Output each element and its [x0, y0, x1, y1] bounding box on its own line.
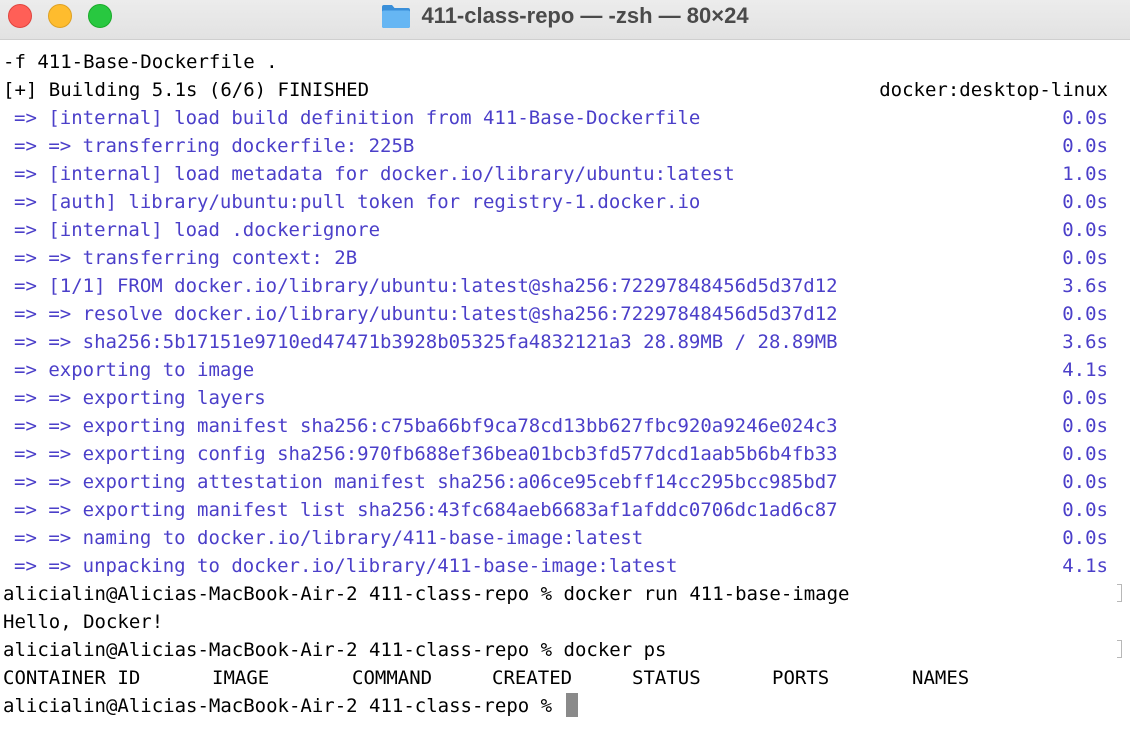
terminal-line: -f 411-Base-Dockerfile . — [0, 48, 1130, 76]
build-step-time: 4.1s — [1062, 359, 1108, 381]
build-step: => => exporting manifest list sha256:43f… — [0, 496, 1130, 524]
build-step-text: => => resolve docker.io/library/ubuntu:l… — [14, 303, 838, 325]
build-step: => [internal] load metadata for docker.i… — [0, 160, 1130, 188]
build-step-time: 0.0s — [1062, 387, 1108, 409]
ps-header-image: IMAGE — [212, 667, 270, 689]
build-step-text: => => transferring context: 2B — [14, 247, 358, 269]
build-step-time: 0.0s — [1062, 499, 1108, 521]
command-tail: -f 411-Base-Dockerfile . — [3, 51, 278, 73]
window-title: 411-class-repo — -zsh — 80×24 — [421, 3, 749, 28]
build-step: => [auth] library/ubuntu:pull token for … — [0, 188, 1130, 216]
build-step: => exporting to image 4.1s — [0, 356, 1130, 384]
build-step: => => exporting config sha256:970fb688ef… — [0, 440, 1130, 468]
build-step: => => exporting manifest sha256:c75ba66b… — [0, 412, 1130, 440]
build-step-time: 0.0s — [1062, 303, 1108, 325]
ps-header-ports: PORTS — [772, 667, 830, 689]
build-step-time: 0.0s — [1062, 443, 1108, 465]
build-step: => => exporting layers 0.0s — [0, 384, 1130, 412]
build-step-text: => => exporting config sha256:970fb688ef… — [14, 443, 838, 465]
ps-header-container-id: CONTAINER ID — [3, 667, 141, 689]
build-step-text: => => exporting manifest list sha256:43f… — [14, 499, 838, 521]
text-cursor — [565, 693, 578, 717]
build-step: => => resolve docker.io/library/ubuntu:l… — [0, 300, 1130, 328]
build-step-time: 0.0s — [1062, 471, 1108, 493]
build-step: => [internal] load .dockerignore 0.0s — [0, 216, 1130, 244]
build-step: => => sha256:5b17151e9710ed47471b3928b05… — [0, 328, 1130, 356]
window-title-group: 411-class-repo — -zsh — 80×24 — [0, 0, 1130, 32]
ps-header-command: COMMAND — [352, 667, 433, 689]
build-step: => [internal] load build definition from… — [0, 104, 1130, 132]
build-step: => => transferring dockerfile: 225B 0.0s — [0, 132, 1130, 160]
build-step-text: => => naming to docker.io/library/411-ba… — [14, 527, 644, 549]
build-step-time: 0.0s — [1062, 191, 1108, 213]
folder-icon — [382, 5, 411, 28]
ps-header-created: CREATED — [492, 667, 573, 689]
build-step-text: => => transferring dockerfile: 225B — [14, 135, 415, 157]
terminal-window: 411-class-repo — -zsh — 80×24 -f 411-Bas… — [0, 0, 1130, 730]
build-step: => => naming to docker.io/library/411-ba… — [0, 524, 1130, 552]
build-step-text: => => sha256:5b17151e9710ed47471b3928b05… — [14, 331, 838, 353]
build-step-text: => [auth] library/ubuntu:pull token for … — [14, 191, 701, 213]
build-step-text: => [internal] load .dockerignore — [14, 219, 381, 241]
build-step-time: 0.0s — [1062, 107, 1108, 129]
terminal-output[interactable]: -f 411-Base-Dockerfile . [+] Building 5.… — [0, 48, 1130, 730]
prompt-line: alicialin@Alicias-MacBook-Air-2 411-clas… — [0, 636, 1130, 664]
title-bar[interactable]: 411-class-repo — -zsh — 80×24 — [0, 0, 1130, 40]
build-step: => => unpacking to docker.io/library/411… — [0, 552, 1130, 580]
ps-header-names: NAMES — [912, 667, 970, 689]
ps-header-row: CONTAINER ID IMAGE COMMAND CREATED STATU… — [0, 664, 1130, 692]
build-step-time: 4.1s — [1062, 555, 1108, 577]
mark-bracket-icon — [1117, 584, 1122, 602]
prompt-ps-command: alicialin@Alicias-MacBook-Air-2 411-clas… — [3, 639, 667, 661]
build-status: [+] Building 5.1s (6/6) FINISHED — [3, 79, 370, 101]
prompt-line: alicialin@Alicias-MacBook-Air-2 411-clas… — [0, 580, 1130, 608]
build-step-text: => exporting to image — [14, 359, 255, 381]
build-step-time: 0.0s — [1062, 135, 1108, 157]
build-step-time: 0.0s — [1062, 219, 1108, 241]
prompt-run-command: alicialin@Alicias-MacBook-Air-2 411-clas… — [3, 583, 850, 605]
build-step-time: 0.0s — [1062, 247, 1108, 269]
mark-bracket-icon — [1117, 640, 1122, 658]
ps-header-status: STATUS — [632, 667, 701, 689]
build-step-text: => [internal] load metadata for docker.i… — [14, 163, 735, 185]
build-status-line: [+] Building 5.1s (6/6) FINISHED docker:… — [0, 76, 1130, 104]
prompt-current: alicialin@Alicias-MacBook-Air-2 411-clas… — [3, 695, 564, 717]
build-step-time: 0.0s — [1062, 415, 1108, 437]
output-line: Hello, Docker! — [0, 608, 1130, 636]
build-step-text: => => exporting layers — [14, 387, 266, 409]
prompt-line-active[interactable]: alicialin@Alicias-MacBook-Air-2 411-clas… — [0, 692, 1130, 720]
build-step-time: 1.0s — [1062, 163, 1108, 185]
build-step-text: => [internal] load build definition from… — [14, 107, 701, 129]
build-step-text: => [1/1] FROM docker.io/library/ubuntu:l… — [14, 275, 838, 297]
build-step-time: 0.0s — [1062, 527, 1108, 549]
build-context: docker:desktop-linux — [879, 79, 1108, 101]
build-step: => => exporting attestation manifest sha… — [0, 468, 1130, 496]
build-step-text: => => unpacking to docker.io/library/411… — [14, 555, 678, 577]
run-output: Hello, Docker! — [3, 611, 164, 633]
build-step-time: 3.6s — [1062, 331, 1108, 353]
build-step-text: => => exporting attestation manifest sha… — [14, 471, 838, 493]
build-step-text: => => exporting manifest sha256:c75ba66b… — [14, 415, 838, 437]
build-step-time: 3.6s — [1062, 275, 1108, 297]
build-step: => => transferring context: 2B 0.0s — [0, 244, 1130, 272]
build-step: => [1/1] FROM docker.io/library/ubuntu:l… — [0, 272, 1130, 300]
